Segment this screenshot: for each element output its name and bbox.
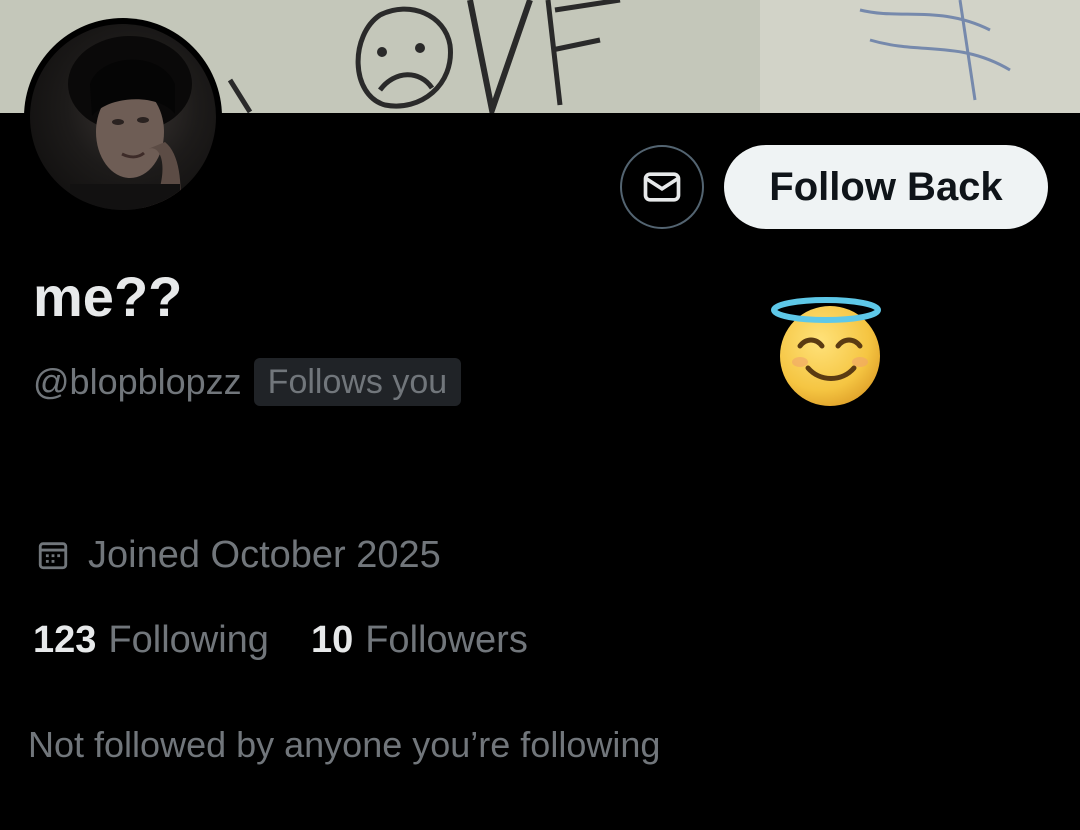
followers-label: Followers [365,618,528,661]
calendar-icon [38,542,68,570]
mutual-followers-text: Not followed by anyone you’re following [28,724,661,765]
follow-back-button[interactable]: Follow Back [724,145,1048,229]
follows-you-badge: Follows you [253,358,462,406]
handle-row: @blopblopzz Follows you [33,357,462,407]
profile-avatar[interactable] [24,18,222,216]
following-label: Following [108,618,269,661]
following-count: 123 [33,618,97,661]
avatar-photo [30,24,216,210]
followers-stat[interactable]: 10 Followers [311,619,528,662]
follow-stats: 123 Following 10 Followers [33,615,528,665]
followers-count: 10 [310,618,354,661]
envelope-icon [643,172,681,202]
following-stat[interactable]: 123 Following [33,619,269,662]
user-handle: @blopblopzz [33,361,242,402]
bio-emoji [770,296,886,413]
joined-text: Joined October 2025 [88,533,441,576]
joined-date: Joined October 2025 [36,530,441,580]
message-button[interactable] [620,145,704,229]
display-name: me?? [33,265,183,328]
